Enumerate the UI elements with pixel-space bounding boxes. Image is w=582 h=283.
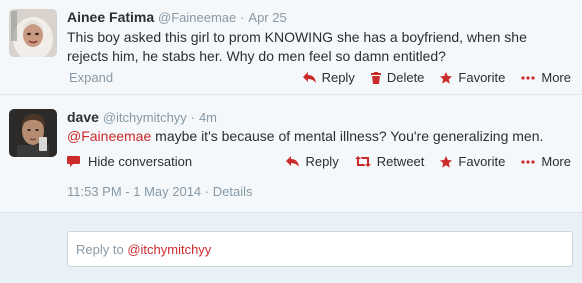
hide-conversation-link[interactable]: Hide conversation <box>67 154 192 169</box>
more-dots-icon <box>521 159 535 164</box>
details-link[interactable]: Details <box>213 184 253 199</box>
more-label: More <box>541 70 571 85</box>
separator: · <box>240 10 245 25</box>
speech-bubble-icon <box>67 155 80 167</box>
reply-button[interactable]: Reply <box>302 70 355 85</box>
reply-label: Reply <box>305 154 339 169</box>
tweet-text: @Faineemae maybe it's because of mental … <box>67 127 567 146</box>
user-handle[interactable]: @itchymitchyy <box>103 110 187 125</box>
avatar[interactable] <box>9 109 57 157</box>
favorite-button[interactable]: Favorite <box>440 70 505 85</box>
retweet-label: Retweet <box>376 154 425 169</box>
star-icon <box>440 155 453 168</box>
avatar-young-man-icon <box>9 109 57 157</box>
star-icon <box>440 71 453 84</box>
delete-label: Delete <box>386 70 425 85</box>
tweet-text: This boy asked this girl to prom KNOWING… <box>67 29 527 64</box>
favorite-button[interactable]: Favorite <box>440 154 505 169</box>
reply-mention: @itchymitchyy <box>127 242 212 257</box>
trash-icon <box>370 71 381 84</box>
tweet-header: dave @itchymitchyy · 4m <box>67 109 217 125</box>
tweet-actions: Reply Retweet Favorite More <box>270 154 571 169</box>
tweet-time[interactable]: 4m <box>199 110 217 125</box>
mention-link[interactable]: @Faineemae <box>67 128 151 144</box>
delete-button[interactable]: Delete <box>370 70 425 85</box>
user-name[interactable]: Ainee Fatima <box>67 9 154 25</box>
expand-link[interactable]: Expand <box>69 70 113 85</box>
timestamp-separator: · <box>204 184 210 199</box>
reply-input[interactable]: Reply to @itchymitchyy <box>67 231 573 267</box>
retweet-button[interactable]: Retweet <box>354 154 425 169</box>
favorite-label: Favorite <box>458 154 506 169</box>
timestamp-text[interactable]: 11:53 PM - 1 May 2014 <box>67 184 201 199</box>
tweet-body: maybe it's because of mental illness? Yo… <box>151 128 544 144</box>
tweet-time[interactable]: Apr 25 <box>248 10 286 25</box>
tweet-timestamp: 11:53 PM - 1 May 2014 · Details <box>67 184 253 199</box>
tweet-actions: Reply Delete Favorite More <box>287 70 571 85</box>
reply-icon <box>286 156 300 167</box>
avatar-hijab-woman-icon <box>9 9 57 57</box>
tweet-header: Ainee Fatima @Faineemae · Apr 25 <box>67 9 287 25</box>
tweet-ainee: Ainee Fatima @Faineemae · Apr 25 This bo… <box>0 0 582 95</box>
reply-icon <box>302 72 316 83</box>
reply-label: Reply <box>321 70 355 85</box>
retweet-icon <box>354 156 371 167</box>
reply-placeholder: Reply to <box>76 242 128 257</box>
tweet-dave: dave @itchymitchyy · 4m @Faineemae maybe… <box>0 95 582 212</box>
user-name[interactable]: dave <box>67 109 99 125</box>
more-dots-icon <box>521 75 535 80</box>
hide-conversation-label: Hide conversation <box>88 154 193 169</box>
reply-area: Reply to @itchymitchyy <box>0 212 582 283</box>
more-button[interactable]: More <box>521 70 571 85</box>
more-button[interactable]: More <box>521 154 571 169</box>
more-label: More <box>541 154 571 169</box>
favorite-label: Favorite <box>458 70 506 85</box>
reply-button[interactable]: Reply <box>286 154 339 169</box>
separator: · <box>190 110 196 125</box>
avatar[interactable] <box>9 9 57 57</box>
user-handle[interactable]: @Faineemae <box>158 10 236 25</box>
